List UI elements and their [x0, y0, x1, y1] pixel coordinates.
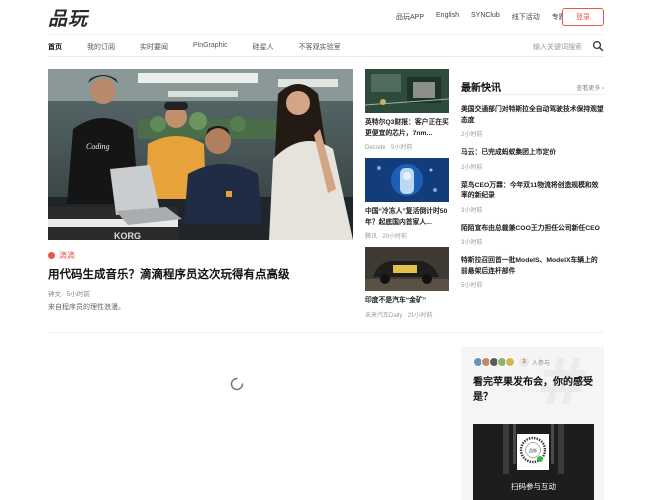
discussion-card[interactable]: # 3 人参与 看完苹果发布会，你的感受是？ 品铄 扫码参与互动: [461, 347, 604, 500]
header-link-synclub[interactable]: SYNClub: [471, 12, 500, 22]
article-source: Decode: [365, 145, 386, 151]
qr-code[interactable]: 品铄: [517, 434, 549, 470]
article-time: 21小时前: [407, 312, 433, 319]
qr-cta-label: 扫码参与互动: [511, 482, 556, 491]
article-thumbnail[interactable]: [365, 247, 449, 291]
nav-item-home[interactable]: 首页: [48, 42, 62, 52]
article-time: 5小时前: [391, 145, 413, 151]
nav-item-siliconstar[interactable]: 硅星人: [253, 42, 274, 52]
participant-count: 3: [519, 357, 529, 367]
article-card[interactable]: 印度不是汽车“金矿” 未来汽车Daily · 21小时前: [365, 247, 449, 319]
qr-brand-text: 品铄: [529, 447, 537, 453]
hero-photo-illustration: KORG Coding: [48, 69, 353, 240]
article-title[interactable]: 印度不是汽车“金矿”: [365, 296, 449, 307]
flash-news-text[interactable]: 马云：已完成蚂蚁集团上市定价: [461, 148, 604, 159]
nav-item-subscriptions[interactable]: 我的订阅: [87, 42, 115, 52]
flash-news-text[interactable]: 特斯拉召回首一批ModelS、ModelX车辆上的前悬架后连杆部件: [461, 256, 604, 277]
hero-tag-label: 滴滴: [59, 251, 75, 260]
flash-news-time: 2小时前: [461, 164, 483, 171]
flash-news-panel: 最新快讯 查看更多 › 美国交通部门对特斯拉全自动驾驶技术保持观望态度 2小时前…: [461, 69, 604, 289]
flash-news-more-link[interactable]: 查看更多 ›: [576, 83, 604, 92]
article-title[interactable]: 中国“冷冻人”复活倒计时50年？起底国内首家人...: [365, 207, 449, 228]
cryo-thumbnail-illustration: [365, 158, 449, 202]
hero-title[interactable]: 用代码生成音乐？滴滴程序员这次玩得有点高级: [48, 266, 290, 282]
participant-label: 人参与: [532, 360, 551, 367]
article-time: 20小时前: [382, 234, 408, 240]
hero-meta: 钟文 · 5小时前: [48, 291, 90, 298]
flash-news-title: 最新快讯: [461, 83, 501, 94]
flash-news-item[interactable]: 特斯拉召回首一批ModelS、ModelX车辆上的前悬架后连杆部件 5小时前: [461, 256, 604, 289]
flash-news-more-label: 查看更多: [576, 86, 601, 92]
avatar: [505, 357, 515, 367]
hero-time: 5小时前: [66, 291, 90, 298]
login-button[interactable]: 登录: [562, 8, 604, 26]
flash-news-time: 3小时前: [461, 207, 483, 214]
hero-category-tag[interactable]: 滴滴: [48, 250, 75, 261]
hero-image[interactable]: KORG Coding: [48, 69, 353, 240]
car-thumbnail-illustration: [365, 247, 449, 291]
main-nav: 首页 我的订阅 实时要闻 PinGraphic 硅星人 不客观实验室 输入关键词…: [48, 34, 604, 57]
flash-news-time: 5小时前: [461, 283, 483, 289]
article-thumbnail[interactable]: [365, 158, 449, 202]
nav-item-realtime[interactable]: 实时要闻: [140, 42, 168, 52]
nav-item-pingraphic[interactable]: PinGraphic: [193, 42, 228, 52]
nav-item-lab[interactable]: 不客观实验室: [299, 42, 341, 52]
flash-news-item[interactable]: 美国交通部门对特斯拉全自动驾驶技术保持观望态度 2小时前: [461, 105, 604, 138]
nav-items: 首页 我的订阅 实时要闻 PinGraphic 硅星人 不客观实验室: [48, 42, 366, 52]
search-input[interactable]: 输入关键词搜索: [533, 42, 582, 52]
header-links: 品玩APP English SYNClub 线下活动 专题: [396, 12, 566, 22]
chip-thumbnail-illustration: [365, 69, 449, 113]
flash-news-text[interactable]: 美国交通部门对特斯拉全自动驾驶技术保持观望态度: [461, 105, 604, 126]
top-header: 品玩 品玩APP English SYNClub 线下活动 专题 登录: [0, 0, 650, 34]
flash-news-time: 2小时前: [461, 132, 483, 138]
flash-news-header: 最新快讯 查看更多 ›: [461, 69, 604, 95]
header-link-events[interactable]: 线下活动: [512, 12, 540, 22]
article-source: 腾讯: [365, 234, 378, 240]
article-meta: Decode · 5小时前: [365, 145, 413, 151]
flash-news-text[interactable]: 菜鸟CEO万霖：今年双11物流将创造规模和效率的新纪录: [461, 181, 604, 202]
flash-news-item[interactable]: 陌陌宣布由总裁兼COO王力担任公司新任CEO 3小时前: [461, 224, 604, 247]
discussion-question[interactable]: 看完苹果发布会，你的感受是？: [473, 375, 597, 405]
hero-author[interactable]: 钟文: [48, 291, 61, 298]
qr-panel: 品铄 扫码参与互动: [473, 424, 594, 500]
article-card[interactable]: 中国“冷冻人”复活倒计时50年？起底国内首家人... 腾讯 · 20小时前: [365, 158, 449, 240]
header-link-english[interactable]: English: [436, 12, 459, 22]
article-card[interactable]: 英特尔Q3财报：客户正在买更便宜的芯片，7nm... Decode · 5小时前: [365, 69, 449, 151]
flash-news-item[interactable]: 菜鸟CEO万霖：今年双11物流将创造规模和效率的新纪录 3小时前: [461, 181, 604, 214]
article-source: 未来汽车Daily: [365, 312, 403, 319]
article-thumbnail[interactable]: [365, 69, 449, 113]
shirt-text: Coding: [86, 142, 110, 151]
site-logo[interactable]: 品玩: [48, 4, 88, 31]
chevron-right-icon: ›: [602, 86, 604, 92]
hero-description: 来自程序员的理性浪漫。: [48, 304, 125, 311]
article-meta: 未来汽车Daily · 21小时前: [365, 312, 433, 319]
qr-code-icon: 品铄: [517, 434, 549, 470]
search-icon[interactable]: [592, 40, 604, 52]
section-divider: [48, 332, 604, 333]
participant-avatars: 3 人参与: [473, 357, 550, 367]
tag-dot-icon: [48, 252, 55, 259]
article-meta: 腾讯 · 20小时前: [365, 234, 408, 240]
flash-news-item[interactable]: 马云：已完成蚂蚁集团上市定价 2小时前: [461, 148, 604, 171]
article-title[interactable]: 英特尔Q3财报：客户正在买更便宜的芯片，7nm...: [365, 118, 449, 139]
loading-spinner-icon: [230, 377, 244, 391]
flash-news-text[interactable]: 陌陌宣布由总裁兼COO王力担任公司新任CEO: [461, 224, 604, 235]
flash-news-time: 3小时前: [461, 240, 483, 246]
keyboard-brand: KORG: [114, 231, 141, 240]
header-link-app[interactable]: 品玩APP: [396, 12, 424, 22]
